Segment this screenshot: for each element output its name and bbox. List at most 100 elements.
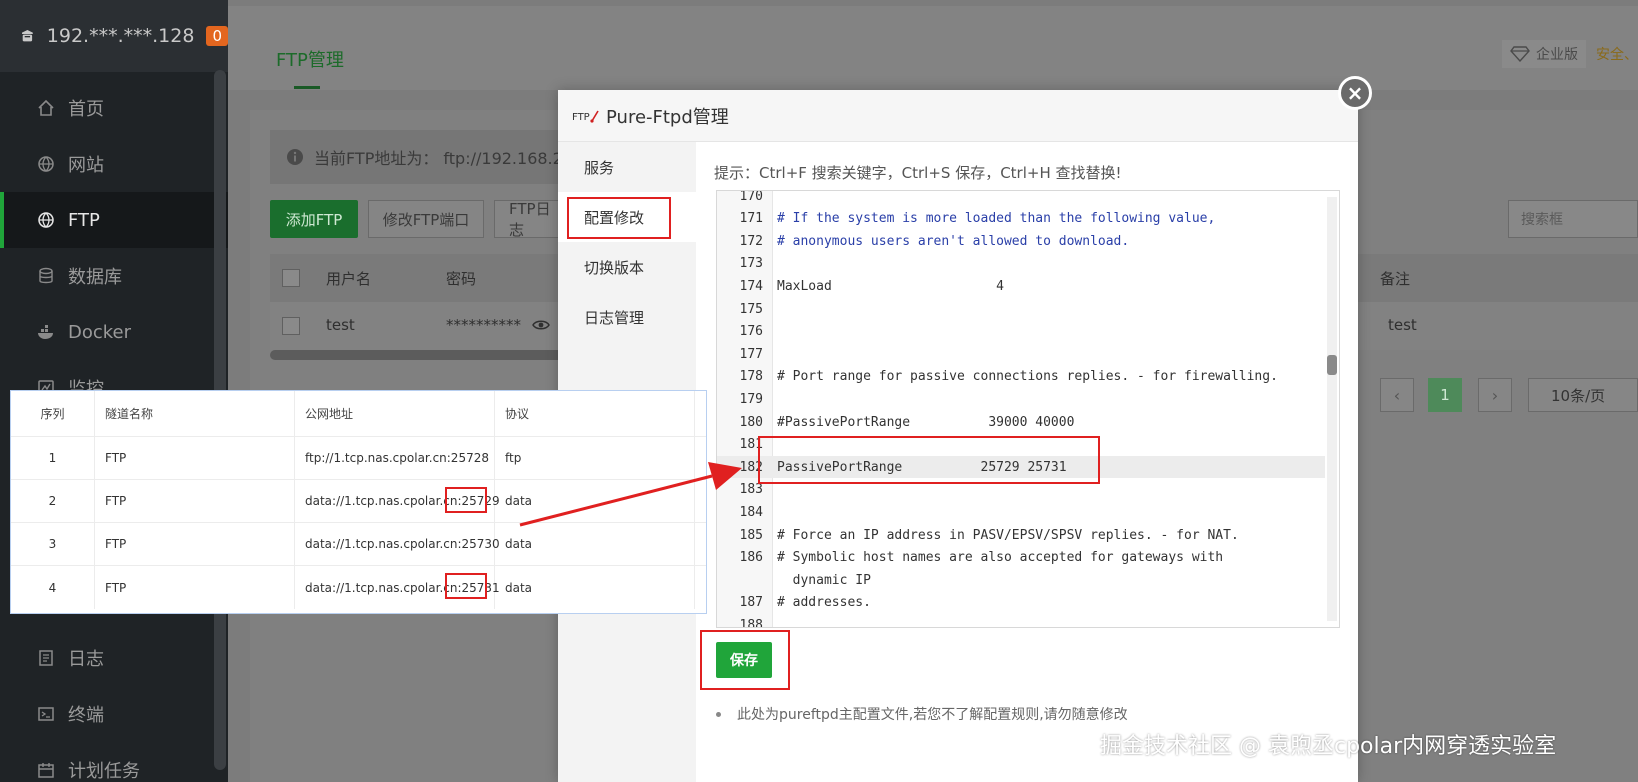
code-line[interactable]: 171 # If the system is more loaded than t…: [717, 208, 1325, 230]
docker-icon: [38, 325, 53, 339]
top-bar: [228, 6, 1638, 90]
code-line[interactable]: 178 # Port range for passive connections …: [717, 366, 1325, 388]
line-number: 173: [739, 256, 763, 272]
cell-protocol: data: [495, 566, 695, 609]
code-line[interactable]: 180 #PassivePortRange 39000 40000: [717, 411, 1325, 433]
table-row: 2 FTP data://1.tcp.nas.cpolar.cn:25729 d…: [11, 480, 706, 523]
nav-item-service[interactable]: 服务: [558, 142, 696, 192]
code-line[interactable]: 174 MaxLoad 4: [717, 275, 1325, 297]
line-text: # addresses.: [777, 595, 871, 611]
column-header-password: 密码: [446, 270, 477, 288]
pager-current-page[interactable]: 1: [1428, 378, 1462, 412]
cell-index: 3: [11, 523, 95, 565]
code-line[interactable]: 186 # Symbolic host names are also accept…: [717, 547, 1325, 569]
nav-item-log-management[interactable]: 日志管理: [558, 292, 696, 342]
sidebar-item-website[interactable]: 网站: [0, 136, 228, 192]
search-input[interactable]: 搜索框: [1508, 200, 1638, 238]
close-icon[interactable]: ×: [1338, 76, 1372, 110]
code-line[interactable]: 179: [717, 388, 1325, 410]
code-line[interactable]: 176: [717, 321, 1325, 343]
sidebar-item-docker[interactable]: Docker: [0, 304, 228, 360]
sidebar-item-database[interactable]: 数据库: [0, 248, 228, 304]
highlight-config-edit: [567, 197, 671, 239]
code-line[interactable]: 188: [717, 614, 1325, 627]
sidebar-item-label: 计划任务: [68, 761, 140, 782]
code-line[interactable]: 177: [717, 343, 1325, 365]
pager-next-button[interactable]: ›: [1478, 378, 1512, 412]
code-line[interactable]: 170: [717, 191, 1325, 207]
code-line[interactable]: 175: [717, 298, 1325, 320]
line-number: 185: [739, 527, 763, 543]
table-row: 3 FTP data://1.tcp.nas.cpolar.cn:25730 d…: [11, 523, 706, 566]
ftp-address-text: 当前FTP地址为： ftp://192.168.2: [314, 149, 563, 168]
database-icon: [39, 267, 53, 284]
bullet-dot: [716, 711, 721, 717]
add-ftp-button[interactable]: 添加FTP: [270, 200, 358, 238]
line-number: 186: [739, 550, 763, 566]
safety-label: 安全、: [1596, 47, 1638, 63]
editor-scrollbar-thumb[interactable]: [1327, 355, 1337, 375]
line-number: 183: [739, 482, 763, 498]
sidebar-item-ftp[interactable]: FTP: [0, 192, 228, 248]
code-line[interactable]: dynamic IP: [717, 569, 1325, 591]
line-text: # Symbolic host names are also accepted …: [777, 550, 1224, 566]
eye-icon[interactable]: [532, 318, 550, 332]
cell-note: test: [1388, 316, 1417, 334]
code-line[interactable]: 173: [717, 253, 1325, 275]
edition-badge[interactable]: 企业版: [1502, 40, 1586, 68]
cell-protocol: data: [495, 480, 695, 522]
change-ftp-port-button[interactable]: 修改FTP端口: [368, 200, 484, 238]
sidebar-item-cron[interactable]: 计划任务: [0, 742, 228, 782]
table-row: 4 FTP data://1.tcp.nas.cpolar.cn:25731 d…: [11, 566, 706, 609]
svg-text:FTP: FTP: [572, 112, 590, 123]
code-line[interactable]: 185 # Force an IP address in PASV/EPSV/SP…: [717, 524, 1325, 546]
column-header-username: 用户名: [326, 270, 372, 288]
pager-prev-button[interactable]: ‹: [1380, 378, 1414, 412]
page-size-select[interactable]: 10条/页: [1528, 378, 1638, 412]
line-number: 178: [739, 369, 763, 385]
tab-underline: [294, 86, 320, 89]
globe-icon: [38, 156, 54, 172]
server-host: 192.***.***.128: [46, 25, 195, 47]
diamond-icon: [1510, 46, 1530, 62]
row-checkbox[interactable]: [282, 317, 300, 335]
cell-public-address: ftp://1.tcp.nas.cpolar.cn:25728: [295, 437, 495, 479]
cell-index: 2: [11, 480, 95, 522]
line-number: 177: [739, 346, 763, 362]
highlight-port-25729: [445, 487, 487, 513]
line-text: MaxLoad 4: [777, 278, 1004, 294]
cell-protocol: ftp: [495, 437, 695, 479]
sidebar-item-terminal[interactable]: 终端: [0, 686, 228, 742]
sidebar-item-home[interactable]: 首页: [0, 80, 228, 136]
cell-tunnel-name: FTP: [95, 523, 295, 565]
server-icon: [22, 29, 33, 42]
edition-label: 企业版: [1536, 47, 1578, 63]
server-header[interactable]: 192.***.***.128 0: [0, 0, 228, 72]
cpolar-tunnel-table: 序列 隧道名称 公网地址 协议 1 FTP ftp://1.tcp.nas.cp…: [10, 390, 707, 614]
modal-title: Pure-Ftpd管理: [606, 106, 729, 128]
cell-tunnel-name: FTP: [95, 566, 295, 609]
terminal-icon: [38, 707, 54, 721]
line-number: 174: [739, 278, 763, 294]
select-all-checkbox[interactable]: [282, 269, 300, 287]
cell-tunnel-name: FTP: [95, 480, 295, 522]
editor-scrollbar-track[interactable]: [1327, 197, 1337, 621]
sidebar-item-log[interactable]: 日志: [0, 630, 228, 686]
column-header-note: 备注: [1380, 270, 1411, 288]
tab-ftp-management[interactable]: FTP管理: [276, 46, 344, 72]
sidebar-item-label: Docker: [68, 321, 132, 343]
code-line[interactable]: 184: [717, 501, 1325, 523]
notification-badge[interactable]: 0: [206, 26, 228, 46]
ftp-log-button[interactable]: FTP日志: [494, 200, 564, 238]
cell-public-address: data://1.tcp.nas.cpolar.cn:25730: [295, 523, 500, 565]
sidebar-item-label: 首页: [68, 99, 104, 120]
code-line[interactable]: 187 # addresses.: [717, 592, 1325, 614]
ftp-logo-icon: FTP: [572, 110, 599, 123]
line-text: dynamic IP: [777, 572, 871, 588]
home-icon: [38, 99, 54, 116]
line-number: 176: [739, 324, 763, 340]
nav-item-switch-version[interactable]: 切换版本: [558, 242, 696, 292]
config-code-editor[interactable]: 170 171 # If the system is more loaded tha…: [716, 190, 1340, 628]
globe-icon: [38, 212, 54, 228]
code-line[interactable]: 172 # anonymous users aren't allowed to d…: [717, 230, 1325, 252]
